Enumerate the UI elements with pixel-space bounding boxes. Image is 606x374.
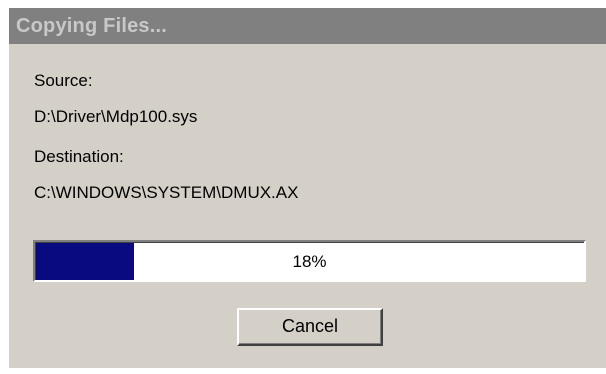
dialog-title: Copying Files... [16, 15, 167, 37]
source-path: D:\Driver\Mdp100.sys [34, 107, 198, 126]
progress-percent-text: 18% [292, 252, 327, 271]
destination-path: C:\WINDOWS\SYSTEM\DMUX.AX [34, 183, 299, 202]
title-bar[interactable]: Copying Files... [9, 8, 606, 44]
cancel-button[interactable]: Cancel [237, 308, 383, 346]
progress-bar: 18% [33, 240, 586, 282]
copying-files-dialog: Copying Files... Source: D:\Driver\Mdp10… [9, 8, 606, 368]
destination-label: Destination: [34, 147, 124, 166]
source-label: Source: [34, 71, 93, 90]
